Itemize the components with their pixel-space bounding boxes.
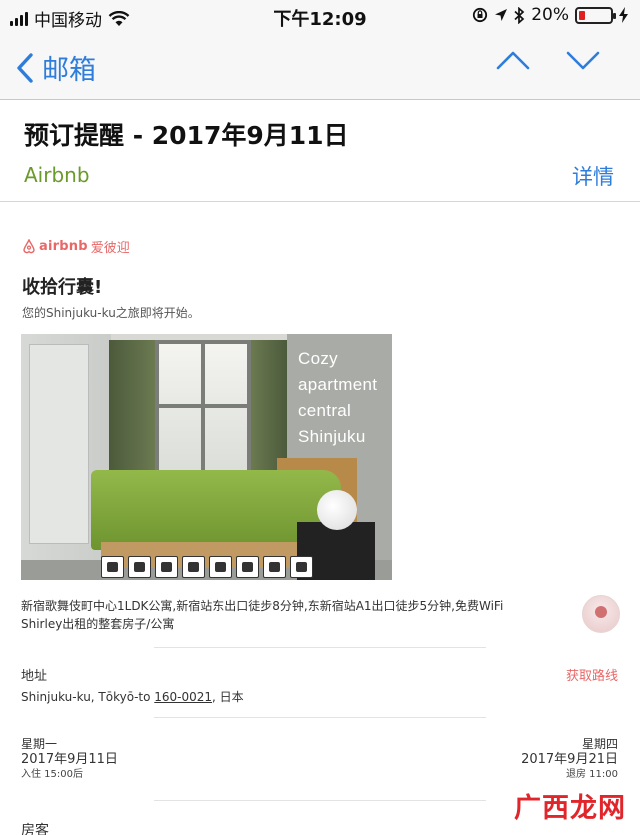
chevron-left-icon xyxy=(17,52,33,83)
mail-header: 预订提醒 - 2017年9月11日 Airbnb 详情 xyxy=(0,100,640,202)
checkout-date: 2017年9月21日 xyxy=(521,752,618,767)
address-prefix: Shinjuku-ku, Tōkyō-to xyxy=(21,690,155,704)
get-directions-link[interactable]: 获取路线 xyxy=(566,665,618,684)
status-bar: 中国移动 下午12:09 20% xyxy=(0,0,640,34)
guests-label: 房客 xyxy=(21,823,49,835)
message-nav xyxy=(496,50,600,70)
listing-description[interactable]: 新宿歌舞伎町中心1LDK公寓,新宿站东出口徒步8分钟,东新宿站A1出口徒步5分钟… xyxy=(21,597,581,633)
details-link[interactable]: 详情 xyxy=(572,161,614,191)
checkin-block: 星期一 2017年9月11日 入住 15:00后 xyxy=(21,737,118,782)
trip-heading: 收拾行囊! xyxy=(22,277,103,298)
address-suffix: , 日本 xyxy=(212,690,244,704)
divider xyxy=(154,647,486,648)
wifi-amenity-icon xyxy=(290,556,313,578)
rotation-lock-icon xyxy=(473,7,488,23)
amenity-icon xyxy=(236,556,259,578)
amenity-icon xyxy=(155,556,178,578)
amenity-icon xyxy=(209,556,232,578)
amenity-icon xyxy=(101,556,124,578)
status-right: 20% xyxy=(472,5,628,25)
battery-percent: 20% xyxy=(531,5,569,25)
mail-sender[interactable]: Airbnb xyxy=(24,163,90,187)
listing-photo[interactable]: Cozy apartment central Shinjuku xyxy=(21,334,392,580)
listing-title: 新宿歌舞伎町中心1LDK公寓,新宿站东出口徒步8分钟,东新宿站A1出口徒步5分钟… xyxy=(21,599,504,613)
overlay-line: central xyxy=(298,401,352,420)
checkin-time: 入住 15:00后 xyxy=(21,769,83,780)
checkin-date: 2017年9月11日 xyxy=(21,752,118,767)
checkout-weekday: 星期四 xyxy=(581,737,618,751)
trip-subheading: 您的Shinjuku-ku之旅即将开始。 xyxy=(22,306,200,320)
previous-message-button[interactable] xyxy=(496,50,530,70)
location-icon xyxy=(495,9,508,21)
divider xyxy=(154,800,486,801)
back-button[interactable]: 邮箱 xyxy=(16,48,96,87)
amenity-icon xyxy=(128,556,151,578)
overlay-line: Cozy xyxy=(298,349,338,368)
logo-tag: 爱彼迎 xyxy=(90,241,130,256)
overlay-line: Shinjuku xyxy=(298,427,366,446)
amenity-icons xyxy=(101,556,313,578)
mail-subject: 预订提醒 - 2017年9月11日 xyxy=(24,121,349,150)
address: Shinjuku-ku, Tōkyō-to 160-0021, 日本 xyxy=(21,688,244,705)
checkout-block: 星期四 2017年9月21日 退房 11:00 xyxy=(521,737,618,782)
mail-body: airbnb 爱彼迎 收拾行囊! 您的Shinjuku-ku之旅即将开始。 Co… xyxy=(0,203,640,835)
nav-bar: 邮箱 xyxy=(0,34,640,100)
divider xyxy=(154,717,486,718)
overlay-line: apartment xyxy=(298,375,378,394)
charging-icon xyxy=(619,7,628,23)
lamp-image xyxy=(317,490,357,530)
listing-host: Shirley出租的整套房子/公寓 xyxy=(21,617,175,631)
logo-brand: airbnb xyxy=(39,239,88,254)
host-avatar[interactable] xyxy=(582,595,620,633)
back-label: 邮箱 xyxy=(42,55,96,86)
amenity-icon xyxy=(182,556,205,578)
photo-overlay-text: Cozy apartment central Shinjuku xyxy=(298,346,377,450)
airbnb-belo-icon xyxy=(23,239,35,254)
checkin-weekday: 星期一 xyxy=(21,737,58,751)
battery-icon xyxy=(575,6,616,24)
address-label: 地址 xyxy=(21,669,48,684)
watermark: 广西龙网 xyxy=(514,793,626,824)
checkout-time: 退房 11:00 xyxy=(566,769,618,780)
postal-code-link[interactable]: 160-0021 xyxy=(154,690,212,704)
amenity-icon xyxy=(263,556,286,578)
next-message-button[interactable] xyxy=(566,50,600,70)
battery-level xyxy=(579,10,585,20)
bluetooth-icon xyxy=(514,6,525,24)
airbnb-logo: airbnb 爱彼迎 xyxy=(22,237,130,256)
